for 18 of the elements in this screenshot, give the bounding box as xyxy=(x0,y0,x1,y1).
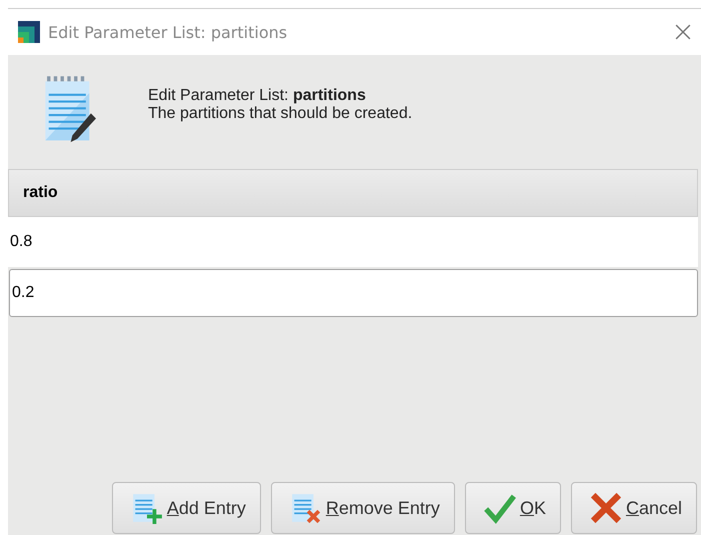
window-title: Edit Parameter List: partitions xyxy=(48,22,288,42)
dialog-description: The partitions that should be created. xyxy=(148,105,412,123)
close-icon[interactable] xyxy=(675,24,691,40)
table-cell-text: 0.2 xyxy=(11,284,34,302)
notepad-cross-icon xyxy=(290,492,322,524)
column-header[interactable]: ratio xyxy=(9,184,58,202)
app-logo-icon xyxy=(18,21,40,43)
cross-icon xyxy=(590,492,622,524)
cancel-button[interactable]: Cancel xyxy=(570,482,697,534)
checkmark-icon xyxy=(484,492,516,524)
table-cell-text: 0.8 xyxy=(9,233,32,251)
add-button[interactable]: Add Entry xyxy=(112,482,261,534)
notepad-plus-icon xyxy=(130,492,163,524)
remove-button[interactable]: Remove Entry xyxy=(270,482,455,534)
dialog-heading: Edit Parameter List: partitions xyxy=(148,87,367,105)
table-row[interactable]: 0.2 xyxy=(9,269,698,317)
table-row[interactable]: 0.8 xyxy=(8,217,698,267)
ok-button[interactable]: OK xyxy=(464,482,561,534)
